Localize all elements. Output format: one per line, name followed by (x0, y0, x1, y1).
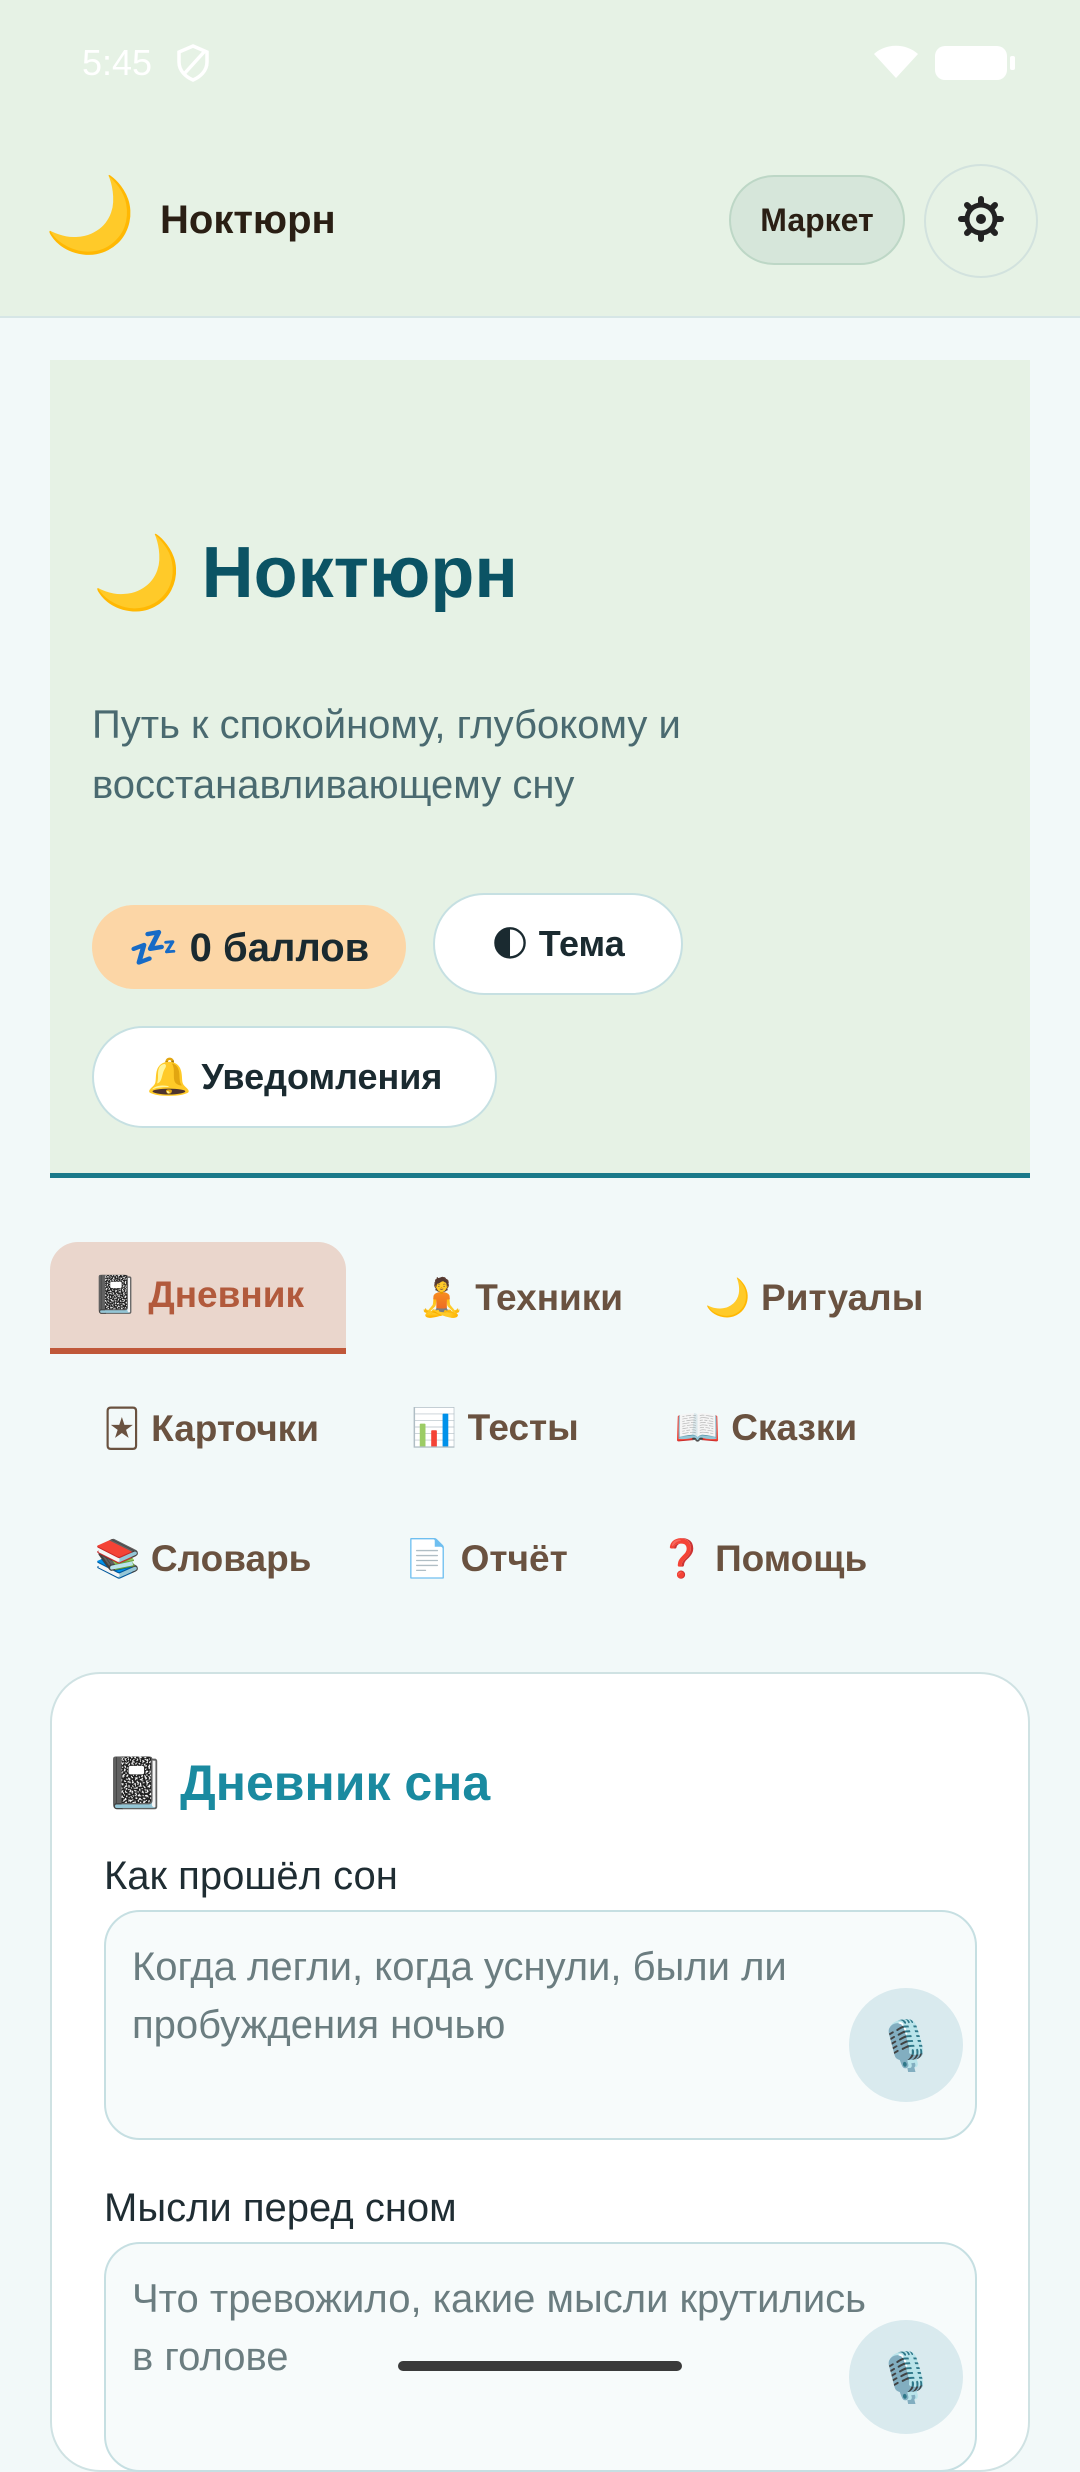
tab-diary[interactable]: 📓 Дневник (50, 1242, 346, 1354)
settings-button[interactable] (924, 164, 1038, 278)
sleep-placeholder: Когда легли, когда уснули, были ли пробу… (132, 1945, 787, 2047)
app-title: Ноктюрн (160, 198, 336, 242)
sleep-textarea[interactable]: Когда легли, когда уснули, были ли пробу… (104, 1910, 977, 2140)
shield-icon (176, 44, 210, 87)
diary-title: 📓 Дневник сна (104, 1755, 491, 1811)
tab-help[interactable]: ❓ Помощь (646, 1503, 880, 1615)
tab-techniques[interactable]: 🧘 Техники (390, 1242, 652, 1354)
app-bar: 🌙 Ноктюрн Маркет (0, 130, 1080, 318)
thoughts-label: Мысли перед сном (104, 2186, 457, 2230)
market-button[interactable]: Маркет (729, 175, 905, 265)
tab-dictionary[interactable]: 📚 Словарь (80, 1503, 326, 1615)
status-bar: 5:45 (0, 0, 1080, 130)
mic-icon[interactable]: 🎙️ (849, 1988, 963, 2102)
gear-icon (958, 195, 1004, 247)
hero-banner: 🌙 Ноктюрн Путь к спокойному, глубокому и… (50, 360, 1030, 1178)
tab-cards[interactable]: 🃏 Карточки (80, 1372, 342, 1484)
moon-icon: 🌙 (44, 173, 137, 256)
points-badge: 💤 0 баллов (92, 905, 406, 989)
theme-button[interactable]: 🌓 Тема (433, 893, 683, 995)
hero-subtitle: Путь к спокойному, глубокому и восстанав… (92, 703, 681, 807)
home-indicator[interactable] (398, 2361, 682, 2371)
status-time: 5:45 (82, 42, 153, 83)
thoughts-textarea[interactable]: Что тревожило, какие мысли крутились в г… (104, 2242, 977, 2472)
mic-icon[interactable]: 🎙️ (849, 2320, 963, 2434)
tab-tests[interactable]: 📊 Тесты (400, 1372, 590, 1484)
battery-icon (935, 46, 1015, 80)
notifications-button[interactable]: 🔔 Уведомления (92, 1026, 497, 1128)
tab-tales[interactable]: 📖 Сказки (666, 1372, 866, 1484)
sleep-label: Как прошёл сон (104, 1854, 398, 1898)
hero-title: 🌙 Ноктюрн (92, 533, 518, 613)
tab-rituals[interactable]: 🌙 Ритуалы (684, 1242, 944, 1354)
diary-card: 📓 Дневник сна Как прошёл сон Когда легли… (50, 1672, 1030, 2472)
tab-report[interactable]: 📄 Отчёт (388, 1503, 584, 1615)
wifi-icon (872, 44, 920, 85)
